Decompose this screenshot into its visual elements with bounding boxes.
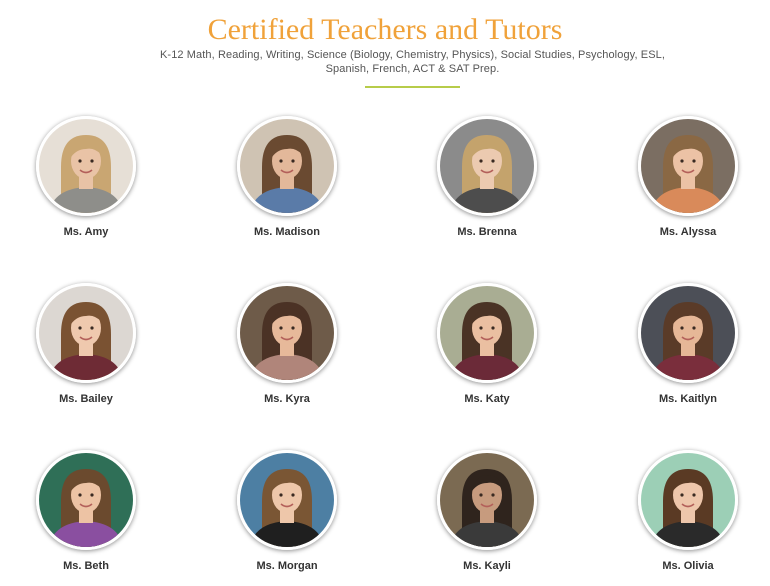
portrait-icon bbox=[641, 453, 735, 547]
tutor-card[interactable]: Ms. Brenna bbox=[407, 116, 567, 239]
portrait-icon bbox=[440, 286, 534, 380]
portrait-icon bbox=[440, 119, 534, 213]
tutor-photo[interactable] bbox=[638, 450, 738, 550]
tutor-name: Ms. Bailey bbox=[59, 393, 113, 405]
portrait-icon bbox=[240, 453, 334, 547]
tutor-card[interactable]: Ms. Madison bbox=[207, 116, 367, 239]
tutor-card[interactable]: Ms. Amy bbox=[6, 116, 166, 239]
page-subtitle: K-12 Math, Reading, Writing, Science (Bi… bbox=[160, 49, 665, 75]
tutor-photo[interactable] bbox=[36, 450, 136, 550]
tutor-card[interactable]: Ms. Olivia bbox=[608, 450, 768, 573]
tutor-photo[interactable] bbox=[638, 116, 738, 216]
tutor-name: Ms. Beth bbox=[63, 560, 109, 572]
tutor-name: Ms. Katy bbox=[464, 393, 510, 405]
tutor-photo[interactable] bbox=[237, 283, 337, 383]
portrait-icon bbox=[39, 286, 133, 380]
tutor-card[interactable]: Ms. Kayli bbox=[407, 450, 567, 573]
tutor-name: Ms. Brenna bbox=[457, 226, 517, 238]
portrait-icon bbox=[641, 286, 735, 380]
tutor-name: Ms. Olivia bbox=[662, 560, 714, 572]
tutor-name: Ms. Morgan bbox=[256, 560, 318, 572]
tutor-photo[interactable] bbox=[237, 450, 337, 550]
tutor-name: Ms. Kaitlyn bbox=[658, 393, 718, 405]
tutor-photo[interactable] bbox=[437, 283, 537, 383]
portrait-icon bbox=[39, 119, 133, 213]
tutor-card[interactable]: Ms. Alyssa bbox=[608, 116, 768, 239]
tutor-photo[interactable] bbox=[437, 116, 537, 216]
tutor-name: Ms. Kayli bbox=[463, 560, 511, 572]
tutor-card[interactable]: Ms. Beth bbox=[6, 450, 166, 573]
tutor-card[interactable]: Ms. Kaitlyn bbox=[608, 283, 768, 406]
tutor-name: Ms. Alyssa bbox=[659, 226, 717, 238]
tutor-card[interactable]: Ms. Bailey bbox=[6, 283, 166, 406]
portrait-icon bbox=[240, 119, 334, 213]
portrait-icon bbox=[39, 453, 133, 547]
tutor-photo[interactable] bbox=[36, 116, 136, 216]
tutor-photo[interactable] bbox=[237, 116, 337, 216]
page-title: Certified Teachers and Tutors bbox=[207, 13, 563, 46]
portrait-icon bbox=[440, 453, 534, 547]
portrait-icon bbox=[641, 119, 735, 213]
tutor-name: Ms. Kyra bbox=[264, 393, 310, 405]
title-divider bbox=[365, 86, 460, 88]
tutor-photo[interactable] bbox=[36, 283, 136, 383]
tutor-card[interactable]: Ms. Kyra bbox=[207, 283, 367, 406]
tutor-name: Ms. Madison bbox=[253, 226, 320, 238]
tutor-card[interactable]: Ms. Morgan bbox=[207, 450, 367, 573]
tutor-name: Ms. Amy bbox=[63, 226, 109, 238]
tutor-photo[interactable] bbox=[437, 450, 537, 550]
tutor-card[interactable]: Ms. Katy bbox=[407, 283, 567, 406]
portrait-icon bbox=[240, 286, 334, 380]
tutor-photo[interactable] bbox=[638, 283, 738, 383]
